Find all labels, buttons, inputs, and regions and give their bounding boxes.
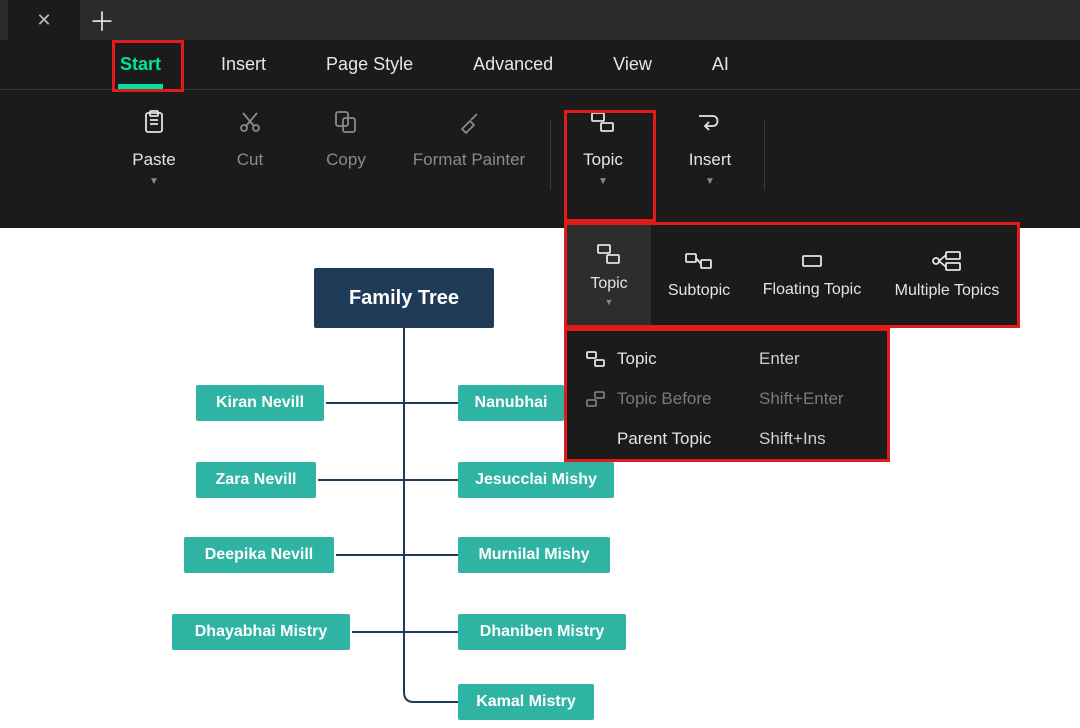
root-node[interactable]: Family Tree xyxy=(314,268,494,328)
menu-insert[interactable]: Insert xyxy=(221,40,266,90)
tree-node-right-2[interactable]: Murnilal Mishy xyxy=(458,537,610,573)
tree-node-left-2[interactable]: Deepika Nevill xyxy=(184,537,334,573)
topic-option-floating[interactable]: Floating Topic xyxy=(747,225,877,325)
tree-node-right-3[interactable]: Dhaniben Mistry xyxy=(458,614,626,650)
scissors-icon xyxy=(238,109,262,135)
chevron-down-icon: ▼ xyxy=(598,176,608,187)
copy-button[interactable]: Copy xyxy=(298,108,394,170)
topic-button[interactable]: Topic ▼ xyxy=(557,108,649,187)
copy-icon xyxy=(333,109,359,135)
chevron-down-icon: ▼ xyxy=(149,176,159,187)
separator xyxy=(655,120,656,190)
tree-node-right-4[interactable]: Kamal Mistry xyxy=(458,684,594,720)
tree-node-left-0[interactable]: Kiran Nevill xyxy=(196,385,324,421)
paste-button[interactable]: Paste ▼ xyxy=(106,108,202,187)
tab-strip: ✕ ＋ xyxy=(0,0,1080,40)
chevron-down-icon: ▼ xyxy=(605,297,614,307)
insert-icon xyxy=(695,110,725,134)
menu-bar: Start Insert Page Style Advanced View AI xyxy=(0,40,1080,90)
ribbon-toolbar: Paste ▼ Cut Copy Format Painter Topic ▼ … xyxy=(0,90,1080,228)
topic-before-icon xyxy=(585,390,607,408)
tree-node-left-1[interactable]: Zara Nevill xyxy=(196,462,316,498)
tree-node-right-0[interactable]: Nanubhai xyxy=(458,385,564,421)
close-icon[interactable]: ✕ xyxy=(36,10,51,31)
menu-ai[interactable]: AI xyxy=(712,40,729,90)
cut-button[interactable]: Cut xyxy=(202,108,298,170)
insert-button[interactable]: Insert ▼ xyxy=(662,108,758,187)
topic-icon xyxy=(589,110,617,134)
topic-option-multiple[interactable]: Multiple Topics xyxy=(877,225,1017,325)
tree-node-left-3[interactable]: Dhayabhai Mistry xyxy=(172,614,350,650)
floating-topic-icon xyxy=(797,251,827,271)
menu-page-style[interactable]: Page Style xyxy=(326,40,413,90)
format-painter-button[interactable]: Format Painter xyxy=(394,108,544,170)
topic-icon xyxy=(585,350,607,368)
menu-view[interactable]: View xyxy=(613,40,652,90)
separator xyxy=(764,120,765,190)
topic-icon xyxy=(595,243,623,265)
browser-tab[interactable]: ✕ xyxy=(8,0,80,40)
brush-icon xyxy=(456,109,482,135)
subtopic-icon xyxy=(684,250,714,272)
topic-option-topic[interactable]: Topic ▼ xyxy=(567,225,651,325)
topic-dropdown-panel: Topic ▼ Subtopic Floating Topic Multiple… xyxy=(564,222,1020,328)
menu-start[interactable]: Start xyxy=(120,40,161,90)
separator xyxy=(550,120,551,190)
chevron-down-icon: ▼ xyxy=(705,176,715,187)
submenu-item-topic[interactable]: Topic Enter xyxy=(567,339,887,379)
submenu-item-topic-before: Topic Before Shift+Enter xyxy=(567,379,887,419)
menu-advanced[interactable]: Advanced xyxy=(473,40,553,90)
new-tab-button[interactable]: ＋ xyxy=(80,0,124,40)
topic-submenu: Topic Enter Topic Before Shift+Enter Par… xyxy=(564,328,890,462)
clipboard-icon xyxy=(142,109,166,135)
multiple-topics-icon xyxy=(931,250,963,272)
submenu-item-parent-topic[interactable]: Parent Topic Shift+Ins xyxy=(567,419,887,459)
topic-option-subtopic[interactable]: Subtopic xyxy=(651,225,747,325)
tree-node-right-1[interactable]: Jesucclai Mishy xyxy=(458,462,614,498)
